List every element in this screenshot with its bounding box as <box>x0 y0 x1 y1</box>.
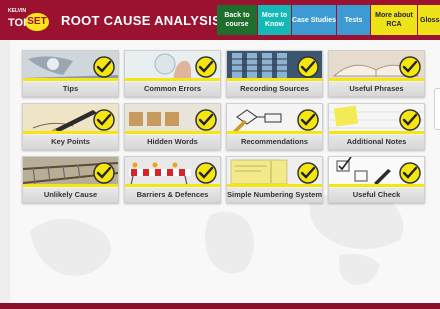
tile-additional-notes[interactable]: Additional Notes <box>328 103 425 150</box>
side-panel-handle[interactable] <box>434 88 440 130</box>
tests-button[interactable]: Tests <box>337 5 370 35</box>
tile-simple-numbering-system[interactable]: Simple Numbering System <box>226 156 323 203</box>
page-title: ROOT CAUSE ANALYSIS <box>61 13 222 28</box>
check-icon <box>195 109 217 131</box>
header-bar: KELVIN TOP SET ROOT CAUSE ANALYSIS Back … <box>0 0 440 40</box>
tile-label: Useful Phrases <box>329 82 424 96</box>
tile-unlikely-cause[interactable]: Unlikely Cause <box>22 156 119 203</box>
tile-label: Unlikely Cause <box>23 188 118 202</box>
more-to-know-button[interactable]: More to Know <box>258 5 291 35</box>
more-about-rca-button[interactable]: More about RCA <box>371 5 417 35</box>
check-icon <box>297 162 319 184</box>
tile-label: Barriers & Defences <box>125 188 220 202</box>
tile-label: Recording Sources <box>227 82 322 96</box>
tile-recording-sources[interactable]: Recording Sources <box>226 50 323 97</box>
tile-label: Key Points <box>23 135 118 149</box>
check-icon <box>195 162 217 184</box>
tile-useful-check[interactable]: Useful Check <box>328 156 425 203</box>
topset-logo: KELVIN TOP SET <box>8 8 50 34</box>
case-studies-button[interactable]: Case Studies <box>292 5 336 35</box>
check-icon <box>399 109 421 131</box>
tile-key-points[interactable]: Key Points <box>22 103 119 150</box>
tile-label: Recommendations <box>227 135 322 149</box>
check-icon <box>93 162 115 184</box>
check-icon <box>399 56 421 78</box>
back-to-course-button[interactable]: Back to course <box>217 5 257 35</box>
tile-label: Common Errors <box>125 82 220 96</box>
check-icon <box>297 109 319 131</box>
tile-hidden-words[interactable]: Hidden Words <box>124 103 221 150</box>
tile-tips[interactable]: Tips <box>22 50 119 97</box>
check-icon <box>93 109 115 131</box>
content-area: Tips Common Errors Recording Sources Use… <box>10 40 440 303</box>
tile-useful-phrases[interactable]: Useful Phrases <box>328 50 425 97</box>
brand-set-text: SET <box>25 13 49 31</box>
tile-label: Hidden Words <box>125 135 220 149</box>
tile-recommendations[interactable]: Recommendations <box>226 103 323 150</box>
check-icon <box>195 56 217 78</box>
check-icon <box>93 56 115 78</box>
check-icon <box>399 162 421 184</box>
tile-barriers-defences[interactable]: Barriers & Defences <box>124 156 221 203</box>
tile-common-errors[interactable]: Common Errors <box>124 50 221 97</box>
brand-small-text: KELVIN <box>8 8 26 14</box>
tile-label: Useful Check <box>329 188 424 202</box>
tile-label: Simple Numbering System <box>227 188 322 202</box>
tile-label: Tips <box>23 82 118 96</box>
tile-label: Additional Notes <box>329 135 424 149</box>
check-icon <box>297 56 319 78</box>
footer-bar <box>0 303 440 309</box>
glossary-button[interactable]: Glossa <box>418 5 440 35</box>
